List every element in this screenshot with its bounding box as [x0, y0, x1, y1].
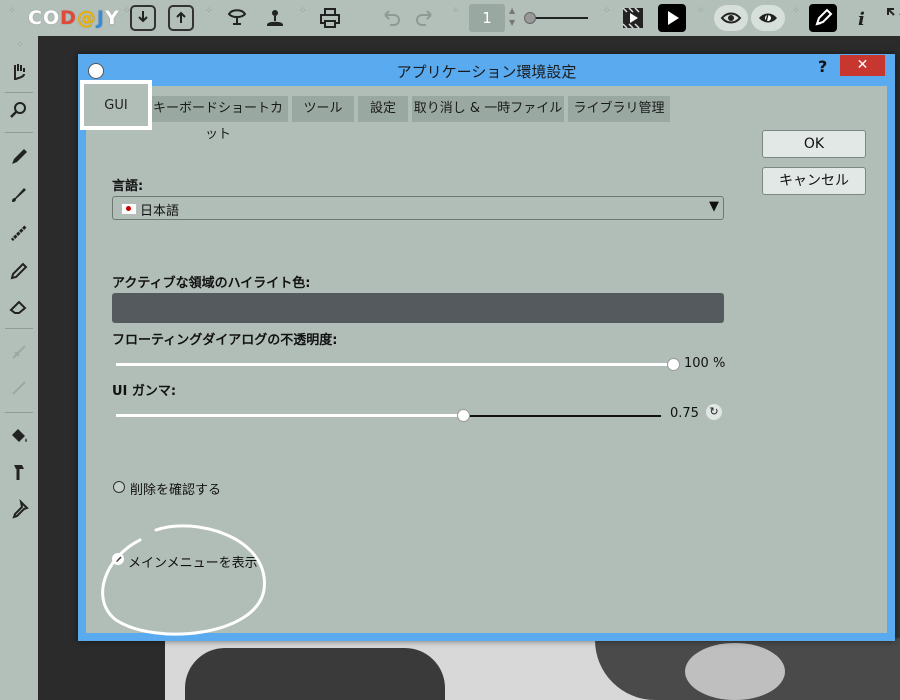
- fullscreen-icon[interactable]: [884, 5, 900, 31]
- dialog-title: アプリケーション環境設定: [396, 63, 577, 81]
- export-icon[interactable]: [168, 5, 194, 31]
- grip-handle[interactable]: ⁘: [299, 7, 307, 28]
- opacity-slider-track[interactable]: [116, 363, 674, 366]
- hammer-icon[interactable]: [7, 460, 31, 484]
- disabled-tool-2-icon[interactable]: [7, 376, 31, 400]
- eraser-icon[interactable]: [7, 294, 31, 318]
- hand-icon[interactable]: [7, 60, 31, 84]
- eye-icon[interactable]: [714, 5, 748, 31]
- confirm-delete-label[interactable]: 削除を確認する: [130, 479, 221, 498]
- separator: [5, 92, 33, 93]
- grip-handle[interactable]: ⁘: [697, 7, 705, 28]
- language-value: 日本語: [140, 204, 180, 219]
- left-toolbar: ⁘: [0, 36, 38, 700]
- playback-slider-track[interactable]: [530, 17, 588, 19]
- preferences-dialog: アプリケーション環境設定 ? ✕ キーボードショートカット ツール 設定 取り消…: [78, 54, 895, 641]
- redo-icon[interactable]: [413, 5, 439, 31]
- storyboard-icon[interactable]: [620, 5, 646, 31]
- opacity-slider-knob[interactable]: [667, 358, 680, 371]
- separator: [5, 132, 33, 133]
- pencil-icon[interactable]: [7, 258, 31, 282]
- stamp-icon[interactable]: [262, 5, 288, 31]
- frame-spinner[interactable]: ▲ ▼: [509, 5, 515, 29]
- help-button[interactable]: ?: [818, 57, 827, 76]
- disabled-tool-1-icon[interactable]: [7, 340, 31, 364]
- highlight-color-swatch[interactable]: [112, 293, 724, 323]
- eyedropper-icon[interactable]: [7, 498, 31, 522]
- opacity-value: 100 %: [684, 356, 726, 371]
- highlight-color-label: アクティブな領域のハイライト色:: [112, 276, 311, 291]
- gamma-value: 0.75: [670, 406, 699, 421]
- pencil-tool-icon[interactable]: [809, 4, 837, 32]
- separator: [5, 328, 33, 329]
- dropdown-arrow-icon: ▼: [709, 199, 719, 214]
- tab-gui[interactable]: GUI: [80, 80, 152, 130]
- undo-icon[interactable]: [377, 5, 403, 31]
- app-logo: COD@JY: [28, 7, 120, 29]
- grip-handle[interactable]: ⁘: [452, 7, 460, 28]
- grip-handle[interactable]: ⁘: [603, 7, 611, 28]
- grip-handle[interactable]: ⁘: [792, 7, 800, 28]
- close-button[interactable]: ✕: [840, 55, 885, 76]
- pen-icon[interactable]: [7, 144, 31, 168]
- grip-handle[interactable]: ⁘: [123, 7, 131, 28]
- grip-handle[interactable]: ⁘: [16, 41, 24, 62]
- grip-handle[interactable]: ⁘: [8, 7, 16, 28]
- playback-slider-knob[interactable]: [524, 12, 536, 24]
- eye-alt-icon[interactable]: [751, 5, 785, 31]
- gamma-slider-knob[interactable]: [457, 409, 471, 422]
- dialog-body: キーボードショートカット ツール 設定 取り消し & 一時ファイル ライブラリ管…: [80, 80, 887, 636]
- frame-counter[interactable]: 1: [469, 4, 505, 32]
- info-icon[interactable]: i: [848, 5, 874, 31]
- language-label: 言語:: [112, 179, 144, 194]
- pattern-brush-icon[interactable]: [7, 220, 31, 244]
- gamma-slider-track-rest[interactable]: [463, 415, 661, 417]
- grip-handle[interactable]: ⁘: [205, 7, 213, 28]
- japan-flag-icon: [121, 203, 137, 215]
- fill-bucket-icon[interactable]: [7, 424, 31, 448]
- dialog-titlebar[interactable]: アプリケーション環境設定 ? ✕: [78, 54, 895, 86]
- play-icon[interactable]: [658, 4, 686, 32]
- confirm-delete-checkbox[interactable]: [113, 481, 125, 493]
- annotation-circle: [101, 524, 266, 636]
- tab-undo-temp-files[interactable]: 取り消し & 一時ファイル: [412, 96, 564, 122]
- cancel-button[interactable]: キャンセル: [762, 167, 866, 195]
- gamma-reset-icon[interactable]: ↻: [706, 404, 722, 420]
- svg-text:i: i: [858, 9, 865, 30]
- gamma-slider-track[interactable]: [116, 414, 464, 417]
- tab-keyboard-shortcuts[interactable]: キーボードショートカット: [148, 96, 288, 142]
- language-select[interactable]: 日本語 ▼: [112, 196, 724, 220]
- tab-settings[interactable]: 設定: [358, 96, 408, 122]
- tab-tools[interactable]: ツール: [292, 96, 354, 122]
- separator: [5, 412, 33, 413]
- brush-icon[interactable]: [7, 182, 31, 206]
- onion-skin-icon[interactable]: [224, 5, 250, 31]
- print-icon[interactable]: [317, 5, 343, 31]
- top-toolbar: ⁘ COD@JY ⁘ ⁘ ⁘ ⁘ 1 ▲ ▼ ⁘ ⁘ ⁘ i: [0, 0, 900, 36]
- import-icon[interactable]: [130, 5, 156, 31]
- zoom-icon[interactable]: [7, 98, 31, 122]
- gamma-label: UI ガンマ:: [112, 384, 177, 399]
- tab-library-management[interactable]: ライブラリ管理: [568, 96, 670, 122]
- ok-button[interactable]: OK: [762, 130, 866, 158]
- opacity-label: フローティングダイアログの不透明度:: [112, 333, 338, 348]
